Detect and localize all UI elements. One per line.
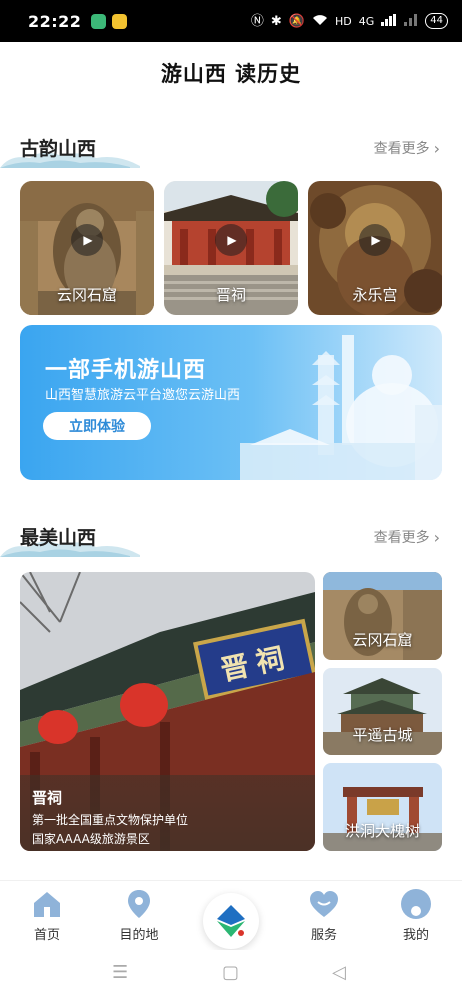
promo-banner[interactable]: 一部手机游山西 山西智慧旅游云平台邀您云游山西 立即体验 (20, 325, 442, 480)
app-logo-icon (217, 905, 245, 937)
card-label: 洪洞大槐树 (344, 822, 420, 840)
video-card-yungang[interactable]: ▶ 云冈石窟 (20, 181, 154, 315)
feature-card-jinci[interactable]: 晋祠 晋祠 第一批全国重点文物保护单位 国家AAAA级旅游景区 (20, 572, 315, 851)
home-icon (34, 892, 60, 917)
play-icon: ▶ (227, 232, 237, 247)
nfc-icon: Ⓝ (250, 13, 264, 29)
small-card-hongdong[interactable]: 洪洞大槐树 (323, 763, 442, 851)
nav-label: 目的地 (119, 928, 159, 943)
see-more-link[interactable]: 查看更多 › (374, 527, 440, 547)
mute-icon: 🔕 (288, 13, 305, 29)
status-indicators: Ⓝ ✱ 🔕 HD 4G 44 (251, 13, 448, 29)
signal-2-icon (404, 13, 418, 29)
status-time: 22:22 (28, 11, 82, 31)
section-title: 古韵山西 (20, 138, 97, 160)
play-icon: ▶ (371, 232, 381, 247)
card-label: 云冈石窟 (352, 631, 413, 649)
nav-profile[interactable]: 我的 (381, 887, 451, 943)
card-label: 云冈石窟 (56, 286, 117, 304)
section-title: 最美山西 (20, 527, 97, 549)
play-button[interactable]: ▶ (359, 223, 391, 256)
nav-label: 服务 (310, 928, 337, 943)
app-notification-icon (112, 13, 128, 29)
app-header: 游山西 读历史 (0, 42, 462, 104)
try-now-button[interactable]: 立即体验 (43, 412, 151, 440)
status-app-icons (91, 13, 128, 29)
card-label: 晋祠 (215, 286, 246, 304)
small-card-yungang[interactable]: 云冈石窟 (323, 572, 442, 660)
small-card-pingyao[interactable]: 平遥古城 (323, 668, 442, 755)
hd-label: HD (334, 14, 352, 28)
play-icon: ▶ (83, 232, 93, 247)
feature-caption: 晋祠 第一批全国重点文物保护单位 国家AAAA级旅游景区 (20, 775, 315, 851)
feature-name: 晋祠 (32, 789, 63, 807)
feature-desc-line1: 第一批全国重点文物保护单位 (32, 813, 189, 827)
card-label: 平遥古城 (352, 726, 413, 744)
section-header-beautiful: 最美山西 查看更多 › (0, 517, 462, 557)
nav-destination[interactable]: 目的地 (104, 887, 174, 943)
back-triangle-icon[interactable]: ◁ (332, 962, 346, 983)
video-card-jinci[interactable]: ▶ 晋祠 (164, 181, 298, 315)
card-label: 永乐宫 (352, 286, 398, 304)
battery-indicator: 44 (425, 13, 448, 29)
nav-home[interactable]: 首页 (12, 887, 82, 943)
see-more-link[interactable]: 查看更多 › (374, 138, 440, 158)
system-navigation-bar: ☰ ▢ ◁ (0, 950, 462, 1000)
feature-desc-line2: 国家AAAA级旅游景区 (32, 832, 150, 846)
center-logo-button[interactable] (203, 893, 259, 949)
play-button[interactable]: ▶ (71, 223, 103, 256)
nav-label: 首页 (33, 928, 60, 943)
section-header-ancient: 古韵山西 查看更多 › (0, 128, 462, 168)
play-button[interactable]: ▶ (215, 223, 247, 256)
menu-icon[interactable]: ☰ (112, 962, 128, 983)
nav-service[interactable]: 服务 (289, 887, 359, 943)
bluetooth-icon: ✱ (270, 13, 282, 29)
profile-icon (401, 889, 431, 919)
chevron-right-icon: › (433, 527, 440, 547)
banner-title: 一部手机游山西 (45, 358, 207, 383)
heart-icon (310, 891, 338, 917)
wechat-notification-icon (91, 13, 107, 29)
page-title: 游山西 读历史 (160, 62, 302, 86)
video-card-yongle[interactable]: ▶ 永乐宫 (308, 181, 442, 315)
nav-label: 我的 (402, 928, 429, 943)
see-more-label: 查看更多 (373, 141, 430, 157)
chevron-right-icon: › (433, 138, 440, 158)
network-label: 4G (358, 14, 375, 28)
banner-subtitle: 山西智慧旅游云平台邀您云游山西 (45, 388, 241, 403)
home-square-icon[interactable]: ▢ (222, 962, 239, 983)
signal-icon (381, 13, 397, 29)
location-pin-icon (128, 890, 150, 918)
wifi-icon (312, 14, 328, 29)
status-bar: 22:22 Ⓝ ✱ 🔕 HD 4G 44 (0, 0, 462, 42)
see-more-label: 查看更多 (373, 530, 430, 546)
